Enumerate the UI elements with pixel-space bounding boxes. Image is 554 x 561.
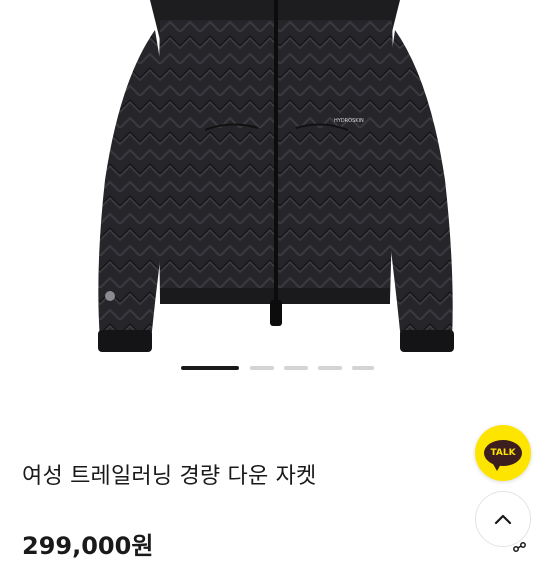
pager-dot-4[interactable] xyxy=(318,366,342,370)
kakao-talk-label: TALK xyxy=(490,448,516,458)
sleeve-logo xyxy=(105,291,115,301)
pager-dot-3[interactable] xyxy=(284,366,308,370)
scroll-top-button[interactable] xyxy=(475,491,531,547)
pager-dot-1[interactable] xyxy=(181,366,239,370)
zipper-pull xyxy=(270,300,282,326)
product-image[interactable]: HYDROSKIN xyxy=(0,0,554,372)
jacket-left-cuff xyxy=(98,330,152,352)
product-title: 여성 트레일러닝 경량 다운 자켓 xyxy=(22,464,317,489)
chevron-up-icon xyxy=(494,514,512,525)
kakao-talk-button[interactable]: TALK xyxy=(475,425,531,481)
kakao-talk-icon: TALK xyxy=(484,440,522,471)
product-price: 299,000원 xyxy=(22,532,154,560)
pager-dot-5[interactable] xyxy=(352,366,374,370)
image-pager xyxy=(0,366,554,372)
brand-label: HYDROSKIN xyxy=(334,118,364,124)
pager-dot-2[interactable] xyxy=(250,366,274,370)
jacket-right-cuff xyxy=(400,330,454,352)
